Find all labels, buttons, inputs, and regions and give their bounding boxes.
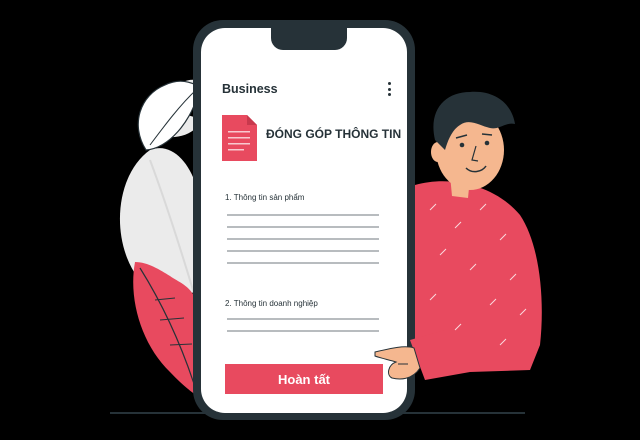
form-heading: ĐÓNG GÓP THÔNG TIN [266,127,402,141]
business-field-line[interactable] [227,318,379,320]
app-title: Business [222,82,278,96]
business-field-line[interactable] [227,330,379,332]
phone-screen: Business ĐÓNG GÓP THÔNG TIN 1. Thông tin… [201,28,407,413]
product-field-line[interactable] [227,238,379,240]
product-field-line[interactable] [227,226,379,228]
character [415,91,542,372]
kebab-menu-icon[interactable] [385,82,393,96]
product-field-line[interactable] [227,262,379,264]
phone-frame: Business ĐÓNG GÓP THÔNG TIN 1. Thông tin… [193,20,415,420]
product-field-line[interactable] [227,214,379,216]
section-label-product: 1. Thông tin sản phẩm [225,193,305,202]
outline-leaf [137,80,197,151]
sweater [415,181,542,372]
phone-notch [271,28,347,50]
document-icon [222,115,257,161]
illustration-stage: Business ĐÓNG GÓP THÔNG TIN 1. Thông tin… [0,0,640,440]
section-label-business: 2. Thông tin doanh nghiệp [225,299,318,308]
product-field-line[interactable] [227,250,379,252]
submit-button[interactable]: Hoàn tất [225,364,383,394]
